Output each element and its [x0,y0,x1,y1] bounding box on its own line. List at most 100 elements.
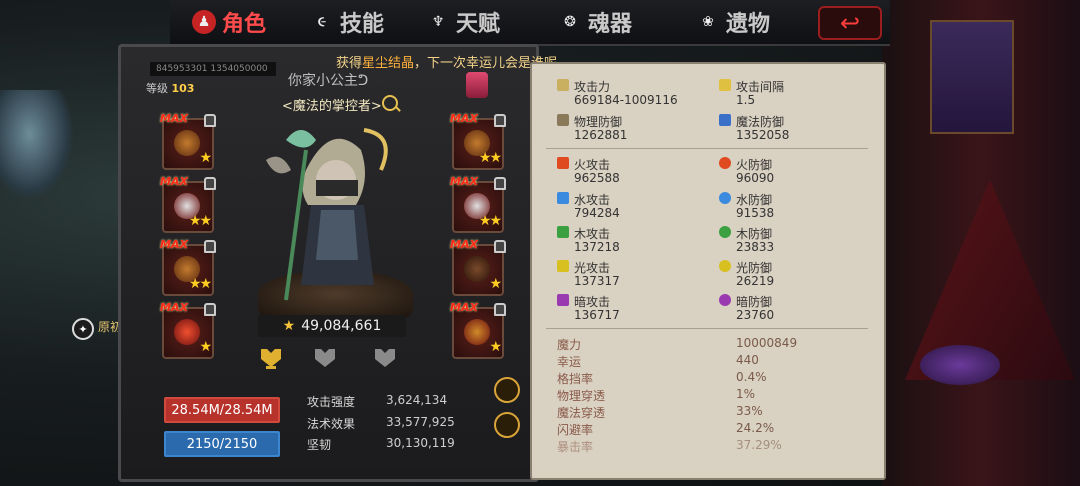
sword-icon [557,79,569,91]
lock-icon [494,177,506,190]
edit-icon[interactable] [494,377,520,403]
misc-stat-label: 闪避率 [557,423,594,437]
table-art [920,345,1000,385]
quill-icon [719,79,731,91]
divider [546,328,868,329]
lock-icon [204,114,216,127]
wood-attack-icon [557,226,569,238]
attr-label: 坚韧 [307,438,332,452]
back-button[interactable]: ↩ [818,6,882,40]
divider [546,148,868,149]
tab-character[interactable]: ♟ 角色 [192,6,266,38]
misc-stat-label: 物理穿透 [557,389,606,403]
skill-icon: ૯ [317,14,327,30]
stat-value: 23833 [736,240,775,254]
stat-value: 794284 [574,206,620,220]
soul-vessel-icon: ❂ [564,14,576,30]
equip-slot-left-4[interactable]: MAX ★ [160,301,216,359]
atom-icon[interactable] [494,412,520,438]
player-uid: 845953301 1354050000 [150,62,276,76]
water-defense-icon [719,192,731,204]
armor-set-1-icon[interactable] [258,347,284,369]
misc-stat-label: 魔力 [557,338,582,352]
water-attack-icon [557,192,569,204]
back-arrow-icon: ↩ [839,9,861,37]
equip-slot-left-1[interactable]: MAX ★ [160,112,216,170]
lock-icon [204,303,216,316]
attr-value: 33,577,925 [386,415,455,429]
stat-value: 136717 [574,308,620,322]
tab-talent[interactable]: ♆ 天赋 [426,6,500,38]
fire-attack-icon [557,157,569,169]
stat-value: 1.5 [736,93,756,107]
dark-defense-icon [719,294,731,306]
light-attack-icon [557,260,569,272]
stat-value: 962588 [574,171,620,185]
misc-stat-value: 33% [736,404,763,418]
misc-stat-value: 37.29% [736,438,782,452]
light-defense-icon [719,260,731,272]
star-icon: ★ [282,318,296,334]
search-icon[interactable] [382,95,398,111]
tab-soul-vessel[interactable]: ❂ 魂器 [558,6,632,38]
lock-icon [494,303,506,316]
dark-attack-icon [557,294,569,306]
stat-value: 23760 [736,308,775,322]
lock-icon [494,240,506,253]
equip-slot-right-2[interactable]: MAX ★★ [450,175,506,233]
target-icon[interactable]: ✦ [72,318,94,340]
misc-stat-value: 24.2% [736,421,775,435]
left-character-art [0,90,74,200]
hero-sprite [266,128,388,301]
stat-value: 137218 [574,240,620,254]
lock-icon [204,177,216,190]
misc-stat-value: 10000849 [736,336,798,350]
stat-value: 669184-1009116 [574,93,678,107]
equip-slot-left-2[interactable]: MAX ★★ [160,175,216,233]
player-level: 等级 103 [146,82,195,95]
character-icon: ♟ [192,10,216,34]
tab-bar: ♟ 角色 ૯ 技能 ♆ 天赋 ❂ 魂器 ❀ 遗物 [170,0,890,46]
armor-set-3-icon[interactable] [372,347,398,369]
misc-stat-label: 格挡率 [557,372,594,386]
tab-skill[interactable]: ૯ 技能 [310,6,384,38]
lock-icon [494,114,506,127]
stat-value: 1262881 [574,128,628,142]
hp-bar: 28.54M/28.54M [164,397,280,423]
magic-shield-icon [719,114,731,126]
banner-art [930,20,1014,134]
equip-slot-right-4[interactable]: MAX ★ [450,301,506,359]
player-name: 你家小公主ᕤ [288,73,369,89]
equipment-item-icon [464,256,490,282]
combat-power: ★ 49,084,661 [258,315,406,337]
misc-stat-value: 0.4% [736,370,767,384]
armor-set-2-icon[interactable] [312,347,338,369]
misc-stat-label: 暴击率 [557,440,594,454]
stat-value: 137317 [574,274,620,288]
stat-value: 91538 [736,206,775,220]
equipment-item-icon [464,319,490,345]
misc-stat-label: 幸运 [557,355,582,369]
attr-label: 法术效果 [307,417,356,431]
misc-stat-value: 1% [736,387,756,401]
mp-bar: 2150/2150 [164,431,280,457]
equipment-item-icon [174,130,200,156]
equip-slot-right-1[interactable]: MAX ★★ [450,112,506,170]
lock-icon [204,240,216,253]
wood-defense-icon [719,226,731,238]
attr-value: 3,624,134 [386,393,448,407]
misc-stat-label: 魔法穿透 [557,406,606,420]
relic-icon: ❀ [702,14,714,30]
fire-defense-icon [719,157,731,169]
tab-relic[interactable]: ❀ 遗物 [696,6,770,38]
stat-value: 96090 [736,171,775,185]
potion-icon[interactable] [466,72,488,98]
stat-value: 1352058 [736,128,790,142]
misc-stat-value: 440 [736,353,759,367]
attr-label: 攻击强度 [307,395,356,409]
equipment-item-icon [174,319,200,345]
equip-slot-left-3[interactable]: MAX ★★ [160,238,216,296]
shield-sword-icon [557,114,569,126]
stat-value: 26219 [736,274,775,288]
equip-slot-right-3[interactable]: MAX ★ [450,238,506,296]
